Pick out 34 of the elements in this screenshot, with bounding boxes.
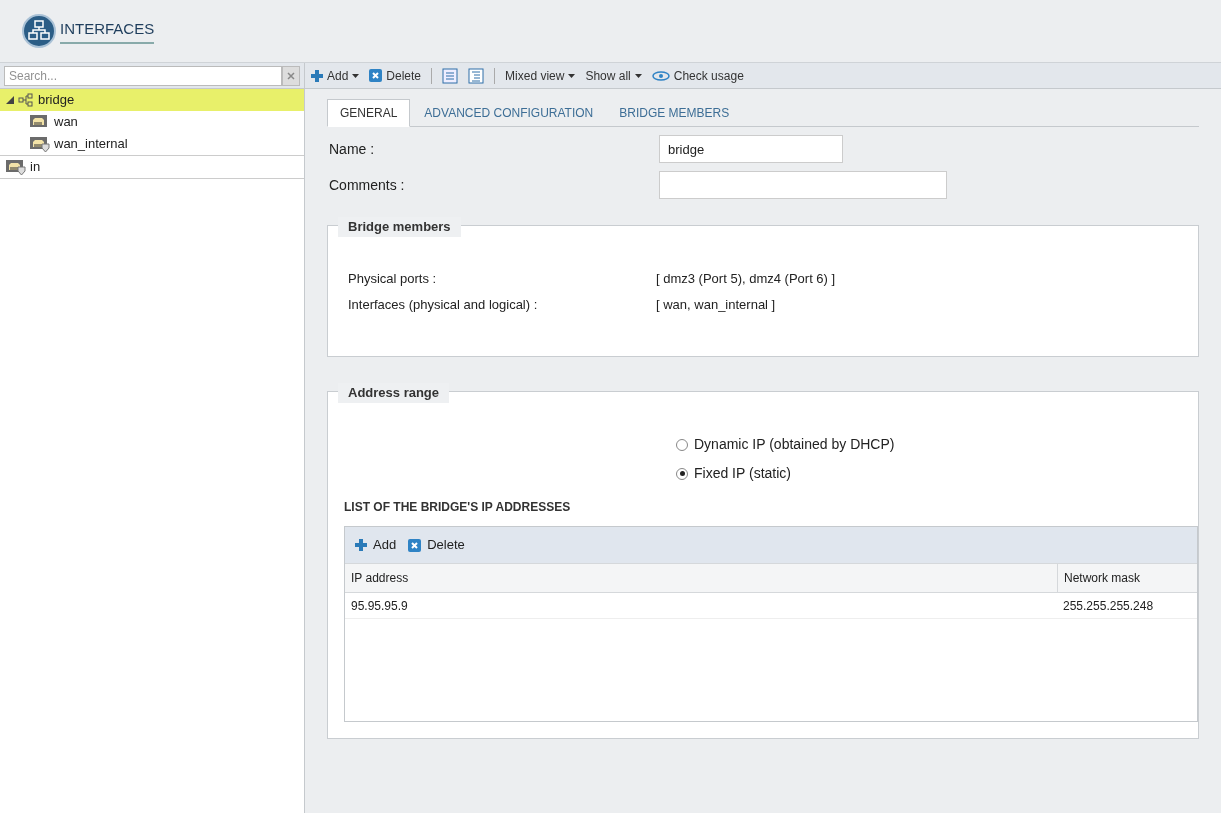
tree-item-label: in bbox=[30, 158, 41, 177]
info-label: Interfaces (physical and logical) : bbox=[348, 296, 539, 315]
toolbar-button[interactable]: Delete bbox=[369, 66, 422, 85]
tree-item-label: wan_internal bbox=[54, 135, 128, 154]
table-cell-text: 95.95.95.9 bbox=[350, 597, 409, 615]
tree-item[interactable]: wan bbox=[0, 111, 304, 133]
tree-item[interactable]: wan_internal bbox=[0, 133, 304, 155]
grid-toolbar-button[interactable]: Delete bbox=[408, 535, 465, 555]
toolbar-button[interactable]: Add bbox=[311, 66, 360, 85]
tree-item-label: wan bbox=[54, 113, 78, 132]
field-label: Name : bbox=[329, 139, 376, 159]
info-label: Physical ports : bbox=[348, 270, 438, 289]
list-title: LIST OF THE BRIDGE'S IP ADDRESSES bbox=[344, 499, 572, 516]
toolbar-button[interactable]: Mixed view bbox=[505, 66, 576, 85]
field-label: Comments : bbox=[329, 175, 406, 195]
toolbar-button[interactable]: Show all bbox=[585, 66, 642, 85]
grid-toolbar-button[interactable]: Add bbox=[355, 535, 397, 555]
table-cell-text: 255.255.255.248 bbox=[1062, 597, 1155, 615]
radio-label: Fixed IP (static) bbox=[694, 464, 791, 483]
column-header[interactable]: IP address bbox=[345, 564, 1057, 592]
tab[interactable]: ADVANCED CONFIGURATION bbox=[412, 99, 606, 127]
toolbar-button[interactable]: Check usage bbox=[651, 66, 744, 85]
tab[interactable]: BRIDGE MEMBERS bbox=[607, 99, 742, 127]
tree-item-label: bridge bbox=[38, 91, 75, 110]
page-title: INTERFACES bbox=[60, 18, 155, 44]
radio-label: Dynamic IP (obtained by DHCP) bbox=[694, 435, 895, 454]
tab[interactable]: GENERAL bbox=[327, 99, 411, 127]
tree-item[interactable]: in bbox=[0, 156, 304, 178]
column-header[interactable]: Network mask bbox=[1057, 564, 1197, 592]
tree-item[interactable]: bridge bbox=[0, 89, 304, 111]
info-value: [ wan, wan_internal ] bbox=[656, 296, 776, 315]
text-field[interactable]: bridge bbox=[659, 135, 843, 163]
search-field[interactable]: Search... bbox=[4, 65, 282, 86]
info-value: [ dmz3 (Port 5), dmz4 (Port 6) ] bbox=[656, 270, 836, 289]
